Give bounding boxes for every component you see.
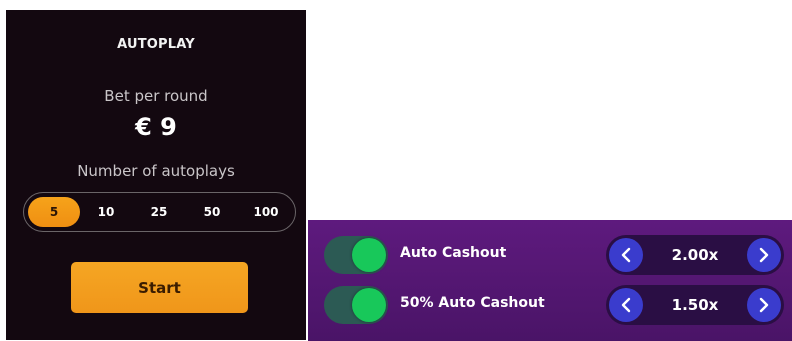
auto-cashout-stepper: 2.00x: [606, 235, 784, 275]
autoplay-option-10[interactable]: 10: [80, 197, 132, 227]
decrease-button[interactable]: [609, 288, 643, 322]
auto-cashout-panel: Auto Cashout 2.00x 50% Auto Cashout 1.50…: [308, 220, 792, 341]
half-auto-cashout-toggle[interactable]: [324, 286, 388, 324]
half-auto-cashout-label: 50% Auto Cashout: [400, 295, 545, 311]
chevron-right-icon: [759, 297, 769, 313]
toggle-knob: [352, 288, 386, 322]
autoplay-count-selector: 5 10 25 50 100: [23, 192, 296, 232]
auto-cashout-row: Auto Cashout 2.00x: [308, 232, 792, 278]
half-auto-cashout-stepper: 1.50x: [606, 285, 784, 325]
half-auto-cashout-value[interactable]: 1.50x: [646, 285, 744, 325]
chevron-left-icon: [621, 247, 631, 263]
chevron-left-icon: [621, 297, 631, 313]
half-auto-cashout-row: 50% Auto Cashout 1.50x: [308, 282, 792, 328]
decrease-button[interactable]: [609, 238, 643, 272]
autoplay-count-label: Number of autoplays: [77, 162, 235, 180]
toggle-knob: [352, 238, 386, 272]
chevron-right-icon: [759, 247, 769, 263]
autoplay-panel: AUTOPLAY Bet per round € 9 Number of aut…: [6, 10, 306, 340]
start-button[interactable]: Start: [71, 262, 248, 313]
autoplay-option-25[interactable]: 25: [132, 197, 186, 227]
bet-per-round-value: € 9: [135, 113, 177, 141]
increase-button[interactable]: [747, 288, 781, 322]
auto-cashout-toggle[interactable]: [324, 236, 388, 274]
autoplay-option-5[interactable]: 5: [28, 197, 80, 227]
screen: AUTOPLAY Bet per round € 9 Number of aut…: [0, 0, 792, 341]
increase-button[interactable]: [747, 238, 781, 272]
auto-cashout-label: Auto Cashout: [400, 245, 507, 261]
autoplay-option-50[interactable]: 50: [186, 197, 238, 227]
autoplay-title: AUTOPLAY: [117, 37, 195, 52]
autoplay-option-100[interactable]: 100: [238, 197, 294, 227]
auto-cashout-value[interactable]: 2.00x: [646, 235, 744, 275]
bet-per-round-label: Bet per round: [104, 87, 208, 105]
